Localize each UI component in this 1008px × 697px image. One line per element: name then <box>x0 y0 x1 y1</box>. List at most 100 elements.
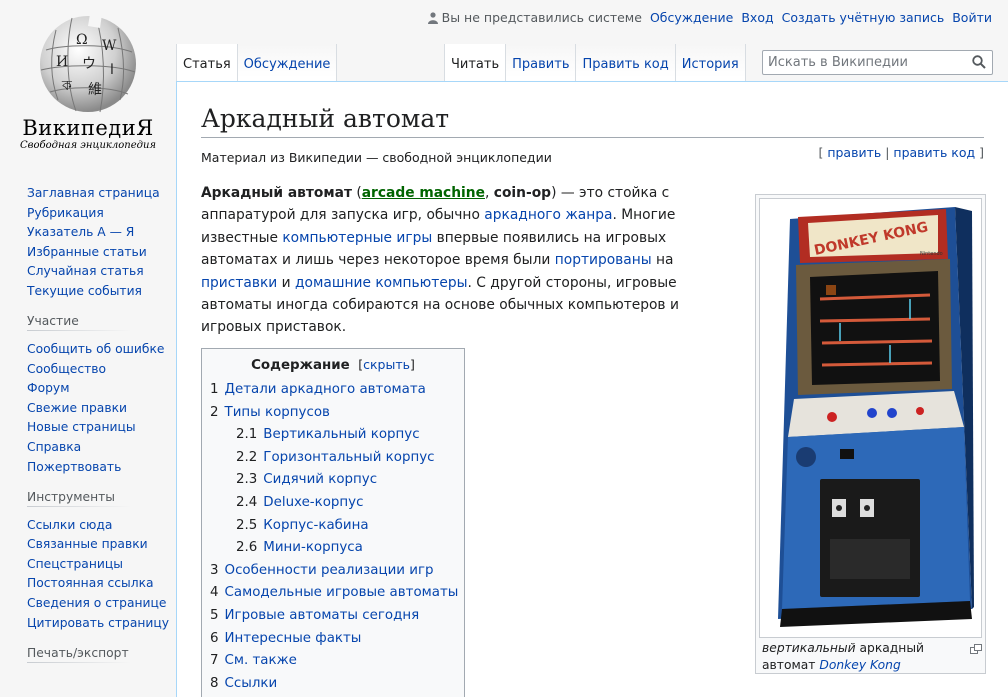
toc-number: 5 <box>210 607 219 623</box>
personal-talk-link[interactable]: Обсуждение <box>650 10 733 25</box>
signin-link[interactable]: Войти <box>952 10 992 25</box>
toc-item: 2.6 Мини-корпуса <box>210 537 456 560</box>
create-account-link[interactable]: Создать учётную запись <box>782 10 945 25</box>
participation-link[interactable]: Справка <box>27 440 81 454</box>
toc-link[interactable]: Игровые автоматы сегодня <box>225 608 420 623</box>
svg-text:Ω: Ω <box>76 32 88 48</box>
tab-article[interactable]: Статья <box>176 44 238 81</box>
anon-text: Вы не представились системе <box>441 10 642 25</box>
toc-link[interactable]: Мини-корпуса <box>263 540 363 555</box>
toc-item: 6 Интересные факты <box>210 628 456 651</box>
user-icon <box>427 11 438 24</box>
toc-heading: Содержание <box>251 358 350 373</box>
nav-link[interactable]: Заглавная страница <box>27 186 160 200</box>
search-input[interactable] <box>763 51 963 74</box>
tools-link[interactable]: Спецстраницы <box>27 557 123 571</box>
toc-hide-link[interactable]: скрыть <box>363 357 410 372</box>
site-logo[interactable]: Ω W И ウ ا ক 維 ВикипедиЯ Свободная энцикл… <box>0 0 176 160</box>
toc-number: 2.4 <box>236 494 258 510</box>
toc-number: 4 <box>210 585 219 601</box>
tab-read[interactable]: Читать <box>444 44 507 81</box>
sidebar-item: Спецстраницы <box>27 555 176 573</box>
logo-tagline: Свободная энциклопедия <box>19 140 157 151</box>
svg-text:ウ: ウ <box>82 56 96 72</box>
tools-link[interactable]: Сведения о странице <box>27 596 166 610</box>
logo-wordmark: ВикипедиЯ <box>22 116 154 140</box>
sidebar-item: Заглавная страница <box>27 184 176 202</box>
toc-link[interactable]: См. также <box>225 653 297 668</box>
search-icon <box>972 55 986 69</box>
sidebar-item: Указатель А — Я <box>27 223 176 241</box>
toc-item: 2 Типы корпусов <box>210 402 456 425</box>
tab-talk[interactable]: Обсуждение <box>237 44 338 81</box>
enlarge-icon[interactable] <box>970 642 982 659</box>
link-consoles[interactable]: приставки <box>201 275 277 291</box>
anon-status: Вы не представились системе <box>427 10 642 25</box>
sidebar-tools: Инструменты Ссылки сюда Связанные правки С… <box>0 489 176 632</box>
toc-link[interactable]: Вертикальный корпус <box>263 427 419 442</box>
toc-bracket-close: ] <box>409 357 415 372</box>
nav-link[interactable]: Избранные статьи <box>27 245 147 259</box>
edit-link[interactable]: править <box>827 145 881 160</box>
toc-number: 2.3 <box>236 472 258 488</box>
sidebar-item: Сведения о странице <box>27 594 176 612</box>
toc-link[interactable]: Сидячий корпус <box>263 472 377 487</box>
toc-link[interactable]: Горизонтальный корпус <box>263 450 434 465</box>
tools-link[interactable]: Связанные правки <box>27 537 148 551</box>
link-arcade-genre[interactable]: аркадного жанра <box>484 207 612 223</box>
tab-history[interactable]: История <box>675 44 746 81</box>
sidebar: Заглавная страница Рубрикация Указатель А … <box>0 180 176 678</box>
tools-link[interactable]: Постоянная ссылка <box>27 576 154 590</box>
link-ported[interactable]: портированы <box>555 252 652 268</box>
nav-link[interactable]: Рубрикация <box>27 206 104 220</box>
sidebar-heading-export[interactable]: Печать/экспорт <box>27 645 157 664</box>
toc-link[interactable]: Типы корпусов <box>225 405 330 420</box>
sidebar-heading-tools: Инструменты <box>27 489 157 508</box>
link-arcade-machine[interactable]: arcade machine <box>362 185 485 201</box>
tab-edit[interactable]: Править <box>506 44 577 81</box>
arcade-cabinet-image[interactable]: DONKEY KONG Nintendo <box>759 198 982 638</box>
toc-link[interactable]: Ссылки <box>225 676 278 691</box>
participation-link[interactable]: Свежие правки <box>27 401 127 415</box>
tools-link[interactable]: Ссылки сюда <box>27 518 112 532</box>
toc-link[interactable]: Корпус-кабина <box>263 518 368 533</box>
edit-bracket-close: ] <box>975 145 984 160</box>
toc-number: 3 <box>210 562 219 578</box>
toc-link[interactable]: Особенности реализации игр <box>225 563 434 578</box>
nav-link[interactable]: Текущие события <box>27 284 142 298</box>
link-computer-games[interactable]: компьютерные игры <box>282 230 432 246</box>
nav-link[interactable]: Указатель А — Я <box>27 225 134 239</box>
nav-link[interactable]: Случайная статья <box>27 264 144 278</box>
toc-link[interactable]: Детали аркадного автомата <box>225 382 426 397</box>
toc-number: 1 <box>210 382 219 397</box>
link-home-computers[interactable]: домашние компьютеры <box>295 275 467 291</box>
sidebar-item: Рубрикация <box>27 204 176 222</box>
intro-text: , <box>484 185 494 201</box>
svg-text:ক: ক <box>61 78 72 94</box>
tools-link[interactable]: Цитировать страницу <box>27 616 169 630</box>
term-coin-op: coin-op <box>493 185 552 201</box>
sidebar-item: Цитировать страницу <box>27 614 176 632</box>
participation-link[interactable]: Форум <box>27 381 69 395</box>
main-content: Аркадный автомат Материал из Википедии —… <box>176 81 1008 697</box>
sidebar-item: Избранные статьи <box>27 243 176 261</box>
toc-number: 2.1 <box>236 427 258 443</box>
edit-source-link[interactable]: править код <box>893 145 975 160</box>
tab-edit-source[interactable]: Править код <box>576 44 676 81</box>
sidebar-item: Случайная статья <box>27 262 176 280</box>
participation-link[interactable]: Сообщество <box>27 362 106 376</box>
participation-link[interactable]: Новые страницы <box>27 420 136 434</box>
toc-item: 2.2 Горизонтальный корпус <box>210 447 456 470</box>
caption-link-donkey-kong[interactable]: Donkey Kong <box>819 658 900 672</box>
svg-text:維: 維 <box>88 82 102 98</box>
search-button[interactable] <box>972 55 988 71</box>
toc-link[interactable]: Deluxe-корпус <box>263 495 363 510</box>
sidebar-item: Постоянная ссылка <box>27 574 176 592</box>
participation-link[interactable]: Пожертвовать <box>27 460 121 474</box>
participation-link[interactable]: Сообщить об ошибке <box>27 342 164 356</box>
intro-paragraph: Аркадный автомат (arcade machine, coin-o… <box>201 182 701 339</box>
toc-link[interactable]: Самодельные игровые автоматы <box>225 585 459 600</box>
toc-link[interactable]: Интересные факты <box>225 631 362 646</box>
personal-login-link[interactable]: Вход <box>741 10 773 25</box>
sidebar-item: Сообщество <box>27 360 176 378</box>
